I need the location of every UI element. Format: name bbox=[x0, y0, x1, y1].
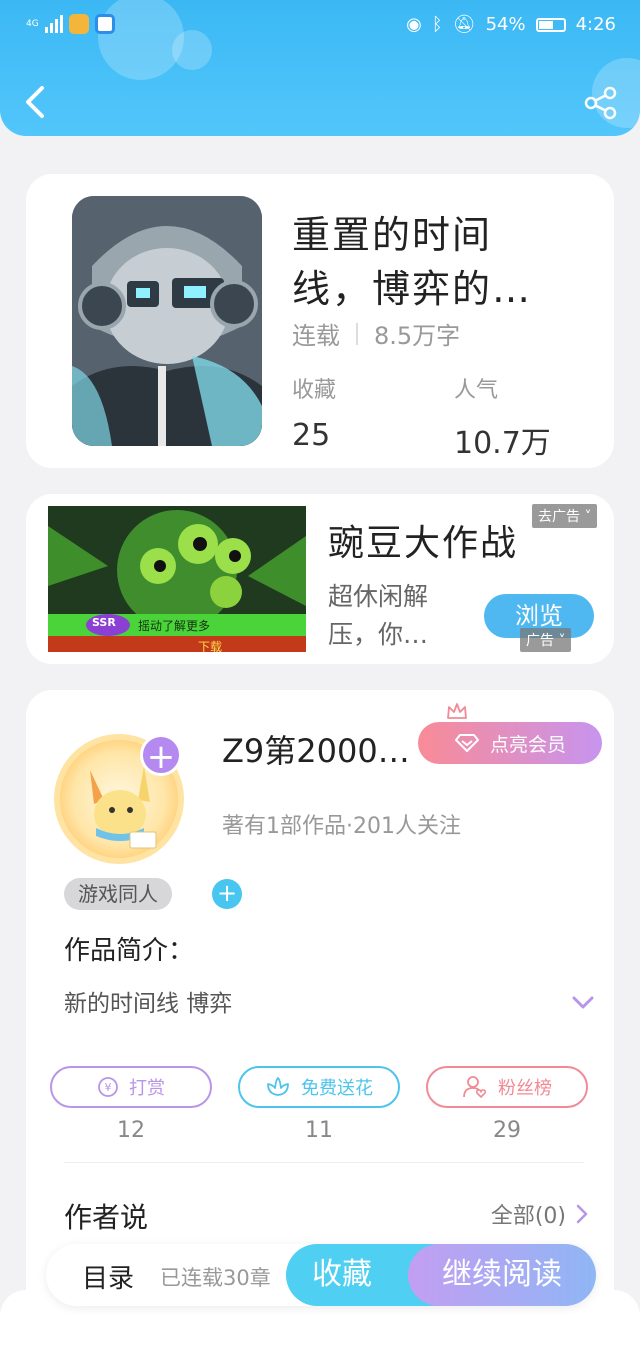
book-cover[interactable] bbox=[72, 196, 262, 446]
serial-status: 连载 bbox=[292, 322, 340, 350]
shield-notification-icon bbox=[94, 14, 115, 34]
reward-label: 打赏 bbox=[129, 1078, 165, 1099]
ad-badge: SSR bbox=[92, 616, 116, 629]
ad-label[interactable]: 广告 ˅ bbox=[520, 628, 572, 652]
tag-chip[interactable]: 游戏同人 bbox=[64, 878, 172, 910]
app-notification-icon bbox=[68, 14, 89, 34]
reward-count: 12 bbox=[117, 1118, 145, 1143]
clock: 4:26 bbox=[575, 14, 616, 35]
divider bbox=[64, 1162, 584, 1163]
send-flower-button[interactable]: 免费送花 bbox=[238, 1066, 400, 1108]
remove-ad-label: 去广告 bbox=[538, 509, 580, 525]
fans-icon bbox=[463, 1076, 487, 1098]
chapter-count: 已连载30章 bbox=[160, 1266, 271, 1290]
fans-ranking-label: 粉丝榜 bbox=[498, 1078, 552, 1099]
svg-text:¥: ¥ bbox=[105, 1081, 112, 1094]
battery-icon bbox=[535, 17, 566, 32]
cover-illustration bbox=[72, 196, 262, 446]
eye-icon: ◉ bbox=[406, 14, 422, 35]
ad-card[interactable]: SSR 摇动了解更多 下载 豌豆大作战 超休闲解压，你… 浏览 去广告 ˅ 广告… bbox=[26, 494, 614, 664]
popularity-label: 人气 bbox=[454, 378, 499, 403]
follow-author-button[interactable]: + bbox=[140, 734, 182, 777]
book-meta: 连载 8.5万字 bbox=[292, 316, 460, 351]
vip-button[interactable]: 点亮会员 bbox=[418, 722, 602, 764]
remove-ad-button[interactable]: 去广告 ˅ bbox=[532, 504, 598, 528]
intro-label: 作品简介： bbox=[64, 936, 195, 966]
vip-button-label: 点亮会员 bbox=[489, 733, 566, 756]
author-stats: 著有1部作品·201人关注 bbox=[222, 814, 461, 839]
back-icon[interactable] bbox=[20, 84, 50, 120]
bluetooth-icon: ᛒ bbox=[431, 14, 443, 35]
fans-count: 29 bbox=[493, 1118, 521, 1143]
says-all-label: 全部(0) bbox=[490, 1204, 566, 1229]
crown-icon bbox=[447, 703, 467, 719]
mute-icon: 🔕︎ bbox=[452, 14, 476, 35]
book-info-card: 重置的时间线，博弈的… 连载 8.5万字 收藏 25 人气 10.7万 bbox=[26, 174, 614, 468]
book-title: 重置的时间线，博弈的… bbox=[292, 213, 533, 311]
yuan-icon: ¥ bbox=[98, 1077, 118, 1097]
diamond-icon bbox=[454, 734, 479, 752]
bottom-action-bar: 目录 已连载30章 收藏 继续阅读 bbox=[46, 1244, 596, 1306]
continue-reading-button[interactable]: 继续阅读 bbox=[408, 1244, 596, 1306]
expand-chevron-icon[interactable] bbox=[572, 996, 594, 1010]
flower-count: 11 bbox=[305, 1118, 333, 1143]
chevron-down-icon: ˅ bbox=[580, 509, 592, 525]
author-name[interactable]: Z9第2000… bbox=[222, 726, 410, 772]
reward-button[interactable]: ¥ 打赏 bbox=[50, 1066, 212, 1108]
author-says-all-link[interactable]: 全部(0) bbox=[491, 1198, 588, 1230]
author-says-label: 作者说 bbox=[64, 1201, 149, 1234]
word-count: 8.5万字 bbox=[374, 322, 461, 350]
send-flower-label: 免费送花 bbox=[301, 1078, 373, 1099]
chevron-down-icon: ˅ bbox=[554, 633, 566, 649]
intro-text: 新的时间线 博弈 bbox=[64, 991, 233, 1017]
add-tag-button[interactable]: + bbox=[212, 879, 242, 909]
chevron-right-icon bbox=[576, 1204, 588, 1224]
network-type: 4G bbox=[26, 18, 39, 29]
ad-image-bottom: 下载 bbox=[198, 640, 223, 652]
fans-ranking-button[interactable]: 粉丝榜 bbox=[426, 1066, 588, 1108]
ad-description: 超休闲解压，你… bbox=[328, 582, 429, 649]
flower-icon bbox=[267, 1077, 289, 1096]
collect-label: 收藏 bbox=[292, 378, 337, 403]
status-bar: 4G ◉ ᛒ 🔕︎ 54% 4:26 bbox=[0, 0, 640, 54]
ad-label-text: 广告 bbox=[526, 633, 554, 649]
share-icon[interactable] bbox=[584, 86, 618, 120]
ad-title: 豌豆大作战 bbox=[328, 523, 519, 564]
ad-image-caption: 摇动了解更多 bbox=[138, 619, 211, 633]
meta-divider bbox=[356, 322, 358, 345]
header: 4G ◉ ᛒ 🔕︎ 54% 4:26 bbox=[0, 0, 640, 136]
signal-icon bbox=[44, 15, 63, 33]
popularity-value: 10.7万 bbox=[454, 426, 551, 461]
author-card: + Z9第2000… 点亮会员 著有1部作品·201人关注 游戏同人 + 作品简… bbox=[26, 690, 614, 1310]
toc-button[interactable]: 目录 bbox=[82, 1258, 134, 1295]
ad-image[interactable]: SSR 摇动了解更多 下载 bbox=[48, 506, 306, 652]
battery-percent: 54% bbox=[485, 14, 526, 35]
collect-value: 25 bbox=[292, 418, 331, 453]
